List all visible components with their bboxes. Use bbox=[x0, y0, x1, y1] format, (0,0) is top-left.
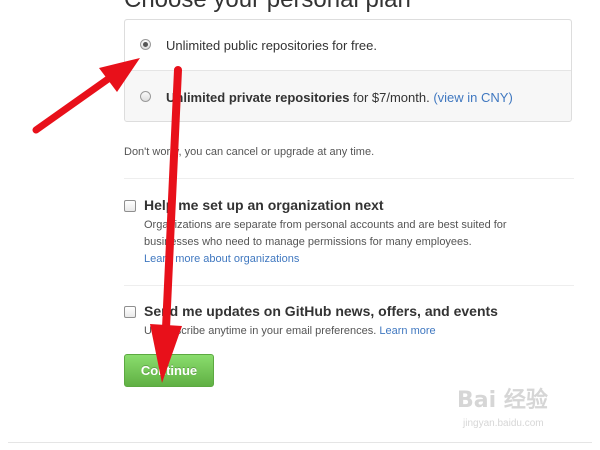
plan-option-free[interactable]: Unlimited public repositories for free. bbox=[125, 20, 571, 71]
section-divider bbox=[124, 178, 574, 179]
plan-private-price: for $7/month. bbox=[349, 90, 434, 105]
footer-divider bbox=[8, 442, 592, 443]
section-divider bbox=[124, 285, 574, 286]
watermark-url: jingyan.baidu.com bbox=[463, 418, 544, 429]
cancel-note: Don't worry, you can cancel or upgrade a… bbox=[124, 146, 375, 158]
continue-button[interactable]: Continue bbox=[124, 354, 214, 387]
updates-checkbox[interactable] bbox=[124, 306, 136, 318]
organization-description-text: Organizations are separate from personal… bbox=[144, 219, 507, 248]
plan-private-title: Unlimited private repositories bbox=[166, 90, 350, 105]
plan-free-label: Unlimited public repositories for free. bbox=[166, 38, 377, 53]
view-in-cny-link[interactable]: (view in CNY) bbox=[433, 90, 512, 105]
baidu-watermark: Bai 经验 jingyan.baidu.com bbox=[457, 382, 587, 438]
plan-selector: Unlimited public repositories for free. … bbox=[124, 19, 572, 122]
learn-more-link[interactable]: Learn more bbox=[379, 325, 435, 337]
updates-description: Unsubscribe anytime in your email prefer… bbox=[144, 323, 564, 340]
plan-private-radio[interactable] bbox=[140, 91, 151, 102]
updates-title[interactable]: Send me updates on GitHub news, offers, … bbox=[144, 303, 498, 319]
organization-title[interactable]: Help me set up an organization next bbox=[144, 197, 384, 213]
organization-description: Organizations are separate from personal… bbox=[144, 217, 564, 268]
plan-private-label: Unlimited private repositories for $7/mo… bbox=[166, 90, 513, 105]
learn-more-organizations-link[interactable]: Learn more about organizations bbox=[144, 253, 299, 265]
plan-option-private[interactable]: Unlimited private repositories for $7/mo… bbox=[125, 72, 571, 123]
watermark-logo: Bai 经验 bbox=[457, 388, 548, 413]
radio-selected-dot bbox=[143, 42, 148, 47]
organization-checkbox[interactable] bbox=[124, 200, 136, 212]
updates-description-text: Unsubscribe anytime in your email prefer… bbox=[144, 325, 380, 337]
page-heading: Choose your personal plan bbox=[124, 0, 411, 14]
plan-free-radio[interactable] bbox=[140, 39, 151, 50]
